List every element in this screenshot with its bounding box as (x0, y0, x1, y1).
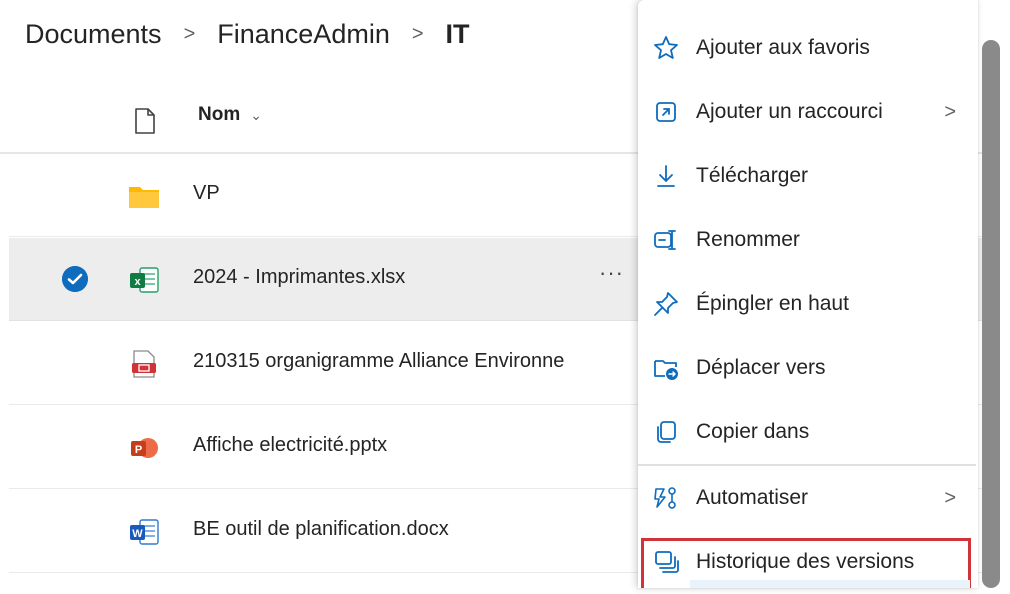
chevron-right-icon: > (944, 486, 956, 509)
word-file-icon: W (130, 519, 159, 545)
menu-item-label: Copier dans (696, 420, 810, 443)
menu-item-label: Déplacer vers (696, 356, 826, 379)
menu-item-label: Automatiser (696, 486, 809, 509)
menu-item-download[interactable]: Télécharger (638, 144, 978, 208)
menu-item-move-to[interactable]: Déplacer vers (638, 336, 978, 400)
list-item-name[interactable]: VP (193, 182, 220, 205)
breadcrumb-documents[interactable]: Documents (25, 19, 162, 50)
menu-item-pin-top[interactable]: Épingler en haut (638, 272, 978, 336)
star-icon (654, 36, 678, 59)
breadcrumb-it[interactable]: IT (446, 19, 470, 50)
menu-item-label: Épingler en haut (696, 292, 849, 315)
menu-item-label: Ajouter un raccourci (696, 100, 883, 123)
copy-icon (657, 421, 676, 443)
right-column-strip (1000, 0, 1010, 588)
menu-item-automate[interactable]: Automatiser > (638, 466, 978, 530)
menu-item-label: Renommer (696, 228, 800, 251)
menu-item-add-favorites[interactable]: Ajouter aux favoris (638, 16, 978, 80)
folder-icon (129, 187, 159, 208)
chevron-right-icon: > (944, 100, 956, 123)
more-actions-icon[interactable]: ··· (599, 260, 624, 286)
breadcrumb-financeadmin[interactable]: FinanceAdmin (217, 19, 390, 50)
menu-item-label: Télécharger (696, 164, 809, 187)
menu-item-label: Ajouter aux favoris (696, 36, 870, 59)
chevron-down-icon: ⌄ (250, 106, 262, 123)
list-item-name[interactable]: Affiche electricité.pptx (193, 434, 387, 457)
svg-text:P: P (135, 444, 142, 456)
svg-text:W: W (132, 528, 143, 540)
list-item-name[interactable]: 210315 organigramme Alliance Environne (193, 350, 564, 373)
breadcrumb-separator: > (183, 22, 196, 45)
column-header-name-label: Nom (198, 104, 241, 125)
pdf-file-icon (132, 350, 156, 378)
pin-icon (654, 292, 678, 316)
breadcrumb-separator: > (411, 22, 424, 45)
shortcut-icon (656, 102, 676, 122)
list-item-name[interactable]: 2024 - Imprimantes.xlsx (193, 266, 405, 289)
menu-item-copy-to[interactable]: Copier dans (638, 400, 978, 464)
rename-icon (654, 230, 676, 250)
excel-file-icon: x (130, 267, 159, 293)
svg-text:x: x (134, 276, 141, 288)
menu-item-rename[interactable]: Renommer (638, 208, 978, 272)
list-item-name[interactable]: BE outil de planification.docx (193, 518, 449, 541)
menu-item-add-shortcut[interactable]: Ajouter un raccourci > (638, 80, 978, 144)
automate-icon (654, 487, 676, 509)
file-type-icon[interactable] (134, 108, 156, 134)
submenu-edge-strip (690, 580, 970, 588)
column-header-name[interactable]: Nom ⌄ (198, 104, 262, 126)
context-menu: Ajouter aux favoris Ajouter un raccourci… (638, 0, 978, 588)
scrollbar-thumb[interactable] (982, 40, 1000, 588)
powerpoint-file-icon: P (131, 438, 158, 458)
breadcrumb: Documents > FinanceAdmin > IT (25, 14, 470, 54)
download-icon (657, 165, 675, 187)
move-folder-icon (654, 360, 678, 380)
checkmark-icon[interactable] (62, 266, 88, 292)
